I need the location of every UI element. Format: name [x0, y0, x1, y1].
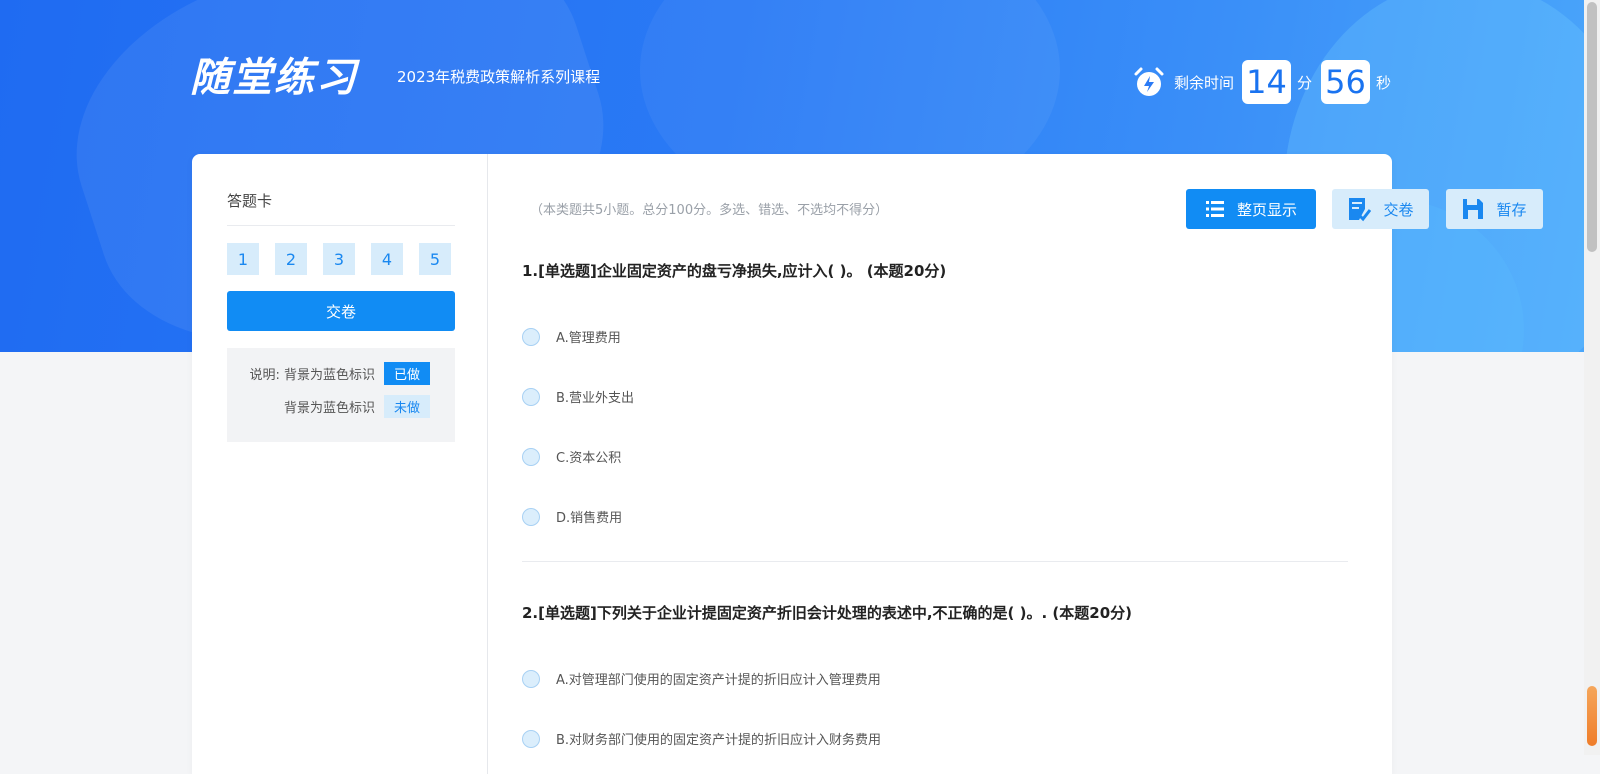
legend-box: 说明: 背景为蓝色标识 已做 背景为蓝色标识 未做: [227, 348, 455, 442]
page-view-button[interactable]: 整页显示: [1186, 189, 1316, 229]
option-label: B.营业外支出: [556, 391, 635, 406]
timer-label: 剩余时间: [1174, 73, 1235, 92]
submit-label: 交卷: [1383, 200, 1414, 219]
radio-button[interactable]: [522, 327, 540, 346]
scroll-marker: [1587, 686, 1597, 746]
option-a[interactable]: A.对管理部门使用的固定资产计提的折旧应计入管理费用: [522, 669, 881, 688]
question-divider: [522, 561, 1348, 562]
timer-minutes: 14: [1242, 60, 1292, 104]
option-c[interactable]: C.资本公积: [522, 447, 621, 466]
seconds-unit: 秒: [1376, 73, 1392, 92]
question-number-list: 1 2 3 4 5: [227, 243, 467, 275]
option-d[interactable]: D.销售费用: [522, 507, 622, 526]
option-label: A.对管理部门使用的固定资产计提的折旧应计入管理费用: [556, 673, 881, 688]
option-b[interactable]: B.对财务部门使用的固定资产计提的折旧应计入财务费用: [522, 729, 881, 748]
divider: [227, 225, 455, 226]
question-title: 2.[单选题]下列关于企业计提固定资产折旧会计处理的表述中,不正确的是( )。.…: [522, 604, 1132, 622]
page-scrollbar[interactable]: [1584, 0, 1600, 755]
legend-row-todo: 背景为蓝色标识 未做: [284, 395, 430, 418]
legend-tag-done: 已做: [384, 362, 430, 385]
legend-text: 说明: 背景为蓝色标识: [249, 368, 375, 383]
option-label: A.管理费用: [556, 331, 621, 346]
answer-card-title: 答题卡: [227, 192, 273, 210]
app-logo: 随堂练习: [190, 55, 358, 101]
scrollbar-thumb[interactable]: [1587, 2, 1597, 252]
submit-exam-button[interactable]: 交卷: [227, 291, 455, 331]
option-label: B.对财务部门使用的固定资产计提的折旧应计入财务费用: [556, 733, 882, 748]
section-hint: （本类题共5小题。总分100分。多选、错选、不选均不得分）: [530, 203, 889, 218]
save-draft-button[interactable]: 暂存: [1446, 189, 1543, 229]
submit-button[interactable]: 交卷: [1332, 189, 1429, 229]
countdown-timer: 剩余时间 14 分 56 秒: [1132, 60, 1391, 104]
question-area: （本类题共5小题。总分100分。多选、错选、不选均不得分） 整页显示 交卷 暂存…: [522, 154, 1543, 774]
legend-tag-todo: 未做: [384, 395, 430, 418]
floppy-disk-icon: [1463, 199, 1484, 219]
radio-button[interactable]: [522, 729, 540, 748]
paper-check-icon: [1349, 198, 1372, 222]
legend-text: 背景为蓝色标识: [283, 401, 375, 416]
save-label: 暂存: [1496, 200, 1527, 219]
question-number-1[interactable]: 1: [227, 243, 259, 275]
answer-card: 答题卡 1 2 3 4 5 交卷 说明: 背景为蓝色标识 已做 背景为蓝色标识 …: [192, 154, 488, 774]
question-title: 1.[单选题]企业固定资产的盘亏净损失,应计入( )。 (本题20分): [522, 262, 947, 280]
radio-button[interactable]: [522, 507, 540, 526]
page-view-label: 整页显示: [1236, 200, 1297, 219]
timer-seconds: 56: [1321, 60, 1371, 104]
question-2: 2.[单选题]下列关于企业计提固定资产折旧会计处理的表述中,不正确的是( )。.…: [522, 603, 1348, 623]
option-label: D.销售费用: [556, 511, 623, 526]
option-label: C.资本公积: [556, 451, 622, 466]
radio-button[interactable]: [522, 669, 540, 688]
alarm-clock-icon: [1134, 67, 1164, 96]
option-a[interactable]: A.管理费用: [522, 327, 621, 346]
radio-button[interactable]: [522, 447, 540, 466]
question-number-3[interactable]: 3: [323, 243, 355, 275]
legend-row-done: 说明: 背景为蓝色标识 已做: [249, 362, 430, 385]
question-number-4[interactable]: 4: [371, 243, 403, 275]
course-title: 2023年税费政策解析系列课程: [397, 68, 601, 86]
question-1: 1.[单选题]企业固定资产的盘亏净损失,应计入( )。 (本题20分): [522, 261, 1348, 281]
minutes-unit: 分: [1297, 73, 1313, 92]
question-number-5[interactable]: 5: [419, 243, 451, 275]
list-icon: [1205, 201, 1224, 217]
radio-button[interactable]: [522, 387, 540, 406]
exam-panel: 答题卡 1 2 3 4 5 交卷 说明: 背景为蓝色标识 已做 背景为蓝色标识 …: [192, 154, 1543, 774]
question-number-2[interactable]: 2: [275, 243, 307, 275]
option-b[interactable]: B.营业外支出: [522, 387, 634, 406]
